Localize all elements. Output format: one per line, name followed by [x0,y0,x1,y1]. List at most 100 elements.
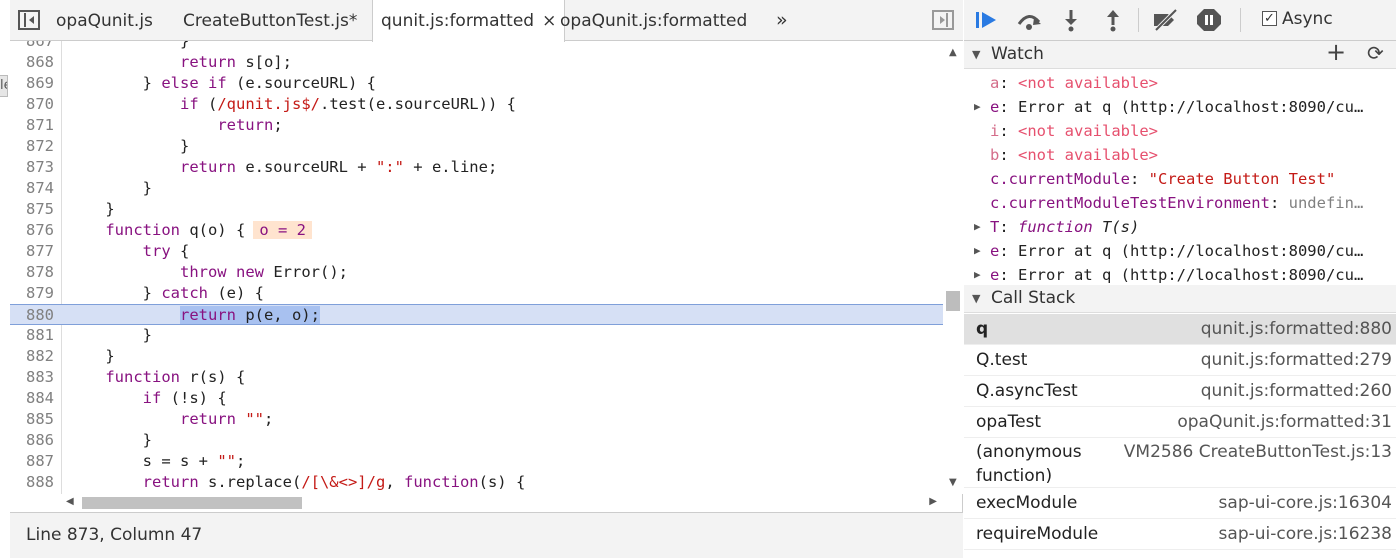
resume-icon[interactable] [974,8,1000,32]
deactivate-breakpoints-icon[interactable] [1152,8,1178,32]
add-watch-icon[interactable]: + [1326,39,1346,66]
scroll-left-icon[interactable]: ◀ [66,496,74,507]
code-line[interactable]: 876 function q(o) {o = 2 [10,220,943,241]
refresh-watch-icon[interactable]: ⟳ [1367,40,1384,67]
line-number[interactable]: 871 [10,115,54,136]
tab-createbuttontest-js[interactable]: CreateButtonTest.js* [183,0,357,41]
horizontal-scrollbar[interactable]: ◀ ▶ [62,494,943,512]
code-view[interactable]: 867 } 868 return s[o]; 869 } else if (e.so… [10,41,943,494]
line-number[interactable]: 889 [10,493,54,494]
watch-expression[interactable]: b: <not available> [964,144,1396,166]
line-number[interactable]: 876 [10,220,54,241]
line-number[interactable]: 884 [10,388,54,409]
paused-code-line[interactable]: 880 return p(e, o); [10,304,943,325]
line-number[interactable]: 874 [10,178,54,199]
code-line[interactable]: 872 } [10,136,943,157]
code-line[interactable]: 868 return s[o]; [10,52,943,73]
code-line[interactable]: 888 return s.replace(/[\&<>]/g, function… [10,472,943,493]
frame-location-link[interactable]: qunit.js:formatted:880 [1201,314,1392,345]
code-line[interactable]: 887 s = s + ""; [10,451,943,472]
frame-location-link[interactable]: sap-ui-core.js:16304 [1219,488,1392,519]
code-line[interactable]: 881 } [10,325,943,346]
navigator-edge-tab[interactable]: le [0,75,8,97]
line-number[interactable]: 887 [10,451,54,472]
scrollbar-thumb[interactable] [946,291,960,311]
step-into-icon[interactable] [1058,8,1084,32]
pause-on-exceptions-icon[interactable] [1196,8,1222,32]
frame-location-link[interactable]: opaQunit.js:formatted:31 [1177,407,1392,438]
watch-section-header[interactable]: ▼ Watch + ⟳ [964,39,1396,69]
code-line[interactable]: 883 function r(s) { [10,367,943,388]
call-frame[interactable]: execModule sap-ui-core.js:16304 [964,488,1396,519]
line-number[interactable]: 877 [10,241,54,262]
line-number[interactable]: 868 [10,52,54,73]
navigator-toggle-icon[interactable] [18,10,40,30]
line-number[interactable]: 881 [10,325,54,346]
expand-arrow-icon[interactable]: ▶ [974,216,981,238]
step-out-icon[interactable] [1100,8,1126,32]
watch-expression[interactable]: ▶ T: function T(s) [964,216,1396,238]
expand-arrow-icon[interactable]: ▶ [974,96,981,118]
code-line[interactable]: 885 return ""; [10,409,943,430]
code-line[interactable]: 875 } [10,199,943,220]
call-frame[interactable]: Q.asyncTest qunit.js:formatted:260 [964,376,1396,407]
expand-arrow-icon[interactable]: ▶ [974,240,981,262]
call-frame-current[interactable]: q qunit.js:formatted:880 [964,314,1396,345]
code-line[interactable]: 874 } [10,178,943,199]
expand-triangle-icon[interactable]: ▼ [972,285,980,312]
line-number[interactable]: 870 [10,94,54,115]
line-number[interactable]: 888 [10,472,54,493]
scrollbar-thumb[interactable] [82,497,302,509]
tab-opaqunit-js-formatted[interactable]: opaQunit.js:formatted [560,0,747,41]
watch-expression[interactable]: a: <not available> [964,72,1396,94]
line-number[interactable]: 873 [10,157,54,178]
code-line[interactable]: 884 if (!s) { [10,388,943,409]
watch-expression[interactable]: ▶ e: Error at q (http://localhost:8090/cu… [964,96,1396,118]
line-number[interactable]: 878 [10,262,54,283]
async-checkbox[interactable]: ✓ [1262,11,1277,26]
line-number[interactable]: 869 [10,73,54,94]
vertical-scrollbar[interactable]: ▲ ▼ [943,41,963,494]
watch-expression[interactable]: ▶ e: Error at q (http://localhost:8090/cu… [964,264,1396,286]
scroll-right-icon[interactable]: ▶ [929,496,937,507]
frame-location-link[interactable]: sap-ui-core.js:16238 [1219,519,1392,550]
code-line[interactable]: 882 } [10,346,943,367]
expand-triangle-icon[interactable]: ▼ [972,41,980,68]
code-line[interactable]: 879 } catch (e) { [10,283,943,304]
watch-expression[interactable]: ▶ e: Error at q (http://localhost:8090/cu… [964,240,1396,262]
tab-opaqunit-js[interactable]: opaQunit.js [56,0,153,41]
line-number[interactable]: 886 [10,430,54,451]
line-number[interactable]: 883 [10,367,54,388]
code-line[interactable]: 871 return; [10,115,943,136]
line-number[interactable]: 867 [10,41,54,52]
code-line[interactable]: 870 if (/qunit.js$/.test(e.sourceURL)) { [10,94,943,115]
more-tabs-icon[interactable]: » [776,0,788,41]
scroll-down-icon[interactable]: ▼ [949,477,957,488]
watch-expression[interactable]: c.currentModule: "Create Button Test" [964,168,1396,190]
line-number[interactable]: 872 [10,136,54,157]
call-frame[interactable]: Q.test qunit.js:formatted:279 [964,345,1396,376]
code-line[interactable]: 877 try { [10,241,943,262]
watch-expression[interactable]: i: <not available> [964,120,1396,142]
call-frame[interactable]: (anonymous function) VM2586 CreateButtonT… [964,438,1396,488]
line-number[interactable]: 880 [10,305,54,326]
tab-qunit-js-formatted[interactable]: qunit.js:formatted × [372,0,566,42]
code-line[interactable]: 886 } [10,430,943,451]
code-line[interactable]: 878 throw new Error(); [10,262,943,283]
expand-arrow-icon[interactable]: ▶ [974,264,981,286]
tab-close-icon[interactable]: × [542,11,556,31]
code-line[interactable]: 873 return e.sourceURL + ":" + e.line; [10,157,943,178]
code-line[interactable]: 869 } else if (e.sourceURL) { [10,73,943,94]
call-stack-section-header[interactable]: ▼ Call Stack [964,285,1396,313]
frame-location-link[interactable]: qunit.js:formatted:260 [1201,376,1392,407]
frame-location-link[interactable]: qunit.js:formatted:279 [1201,345,1392,376]
step-over-icon[interactable] [1016,8,1042,32]
call-frame[interactable]: requireModule sap-ui-core.js:16238 [964,519,1396,550]
code-line[interactable]: 867 } [10,41,943,52]
frame-location-link[interactable]: VM2586 CreateButtonTest.js:13 [1124,440,1392,464]
debugger-sidebar-toggle-icon[interactable] [932,10,954,30]
line-number[interactable]: 882 [10,346,54,367]
scroll-up-icon[interactable]: ▲ [949,47,957,58]
watch-expression[interactable]: c.currentModuleTestEnvironment: undefin… [964,192,1396,214]
call-frame[interactable]: opaTest opaQunit.js:formatted:31 [964,407,1396,438]
